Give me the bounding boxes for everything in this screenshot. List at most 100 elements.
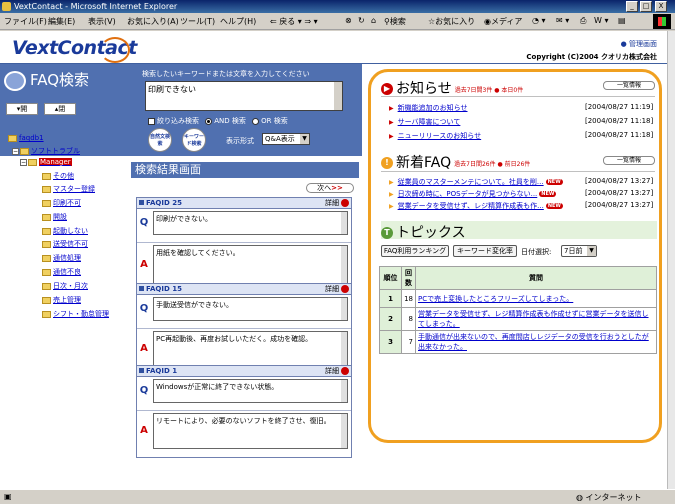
notice-item[interactable]: ▶ 新機能追加のお知らせ [2004/08/27 11:19] xyxy=(389,103,653,113)
folder-icon xyxy=(42,254,51,262)
narrow-search-checkbox[interactable] xyxy=(148,117,155,125)
info-panel: ▶ お知らせ 過去7日間3件 ● 本日0件 一覧情報 ▶ 新機能追加のお知らせ [200… xyxy=(368,69,662,443)
col-count: 回数 xyxy=(401,266,416,290)
notice-item[interactable]: ▶ サーバ障害について [2004/08/27 11:18] xyxy=(389,117,653,127)
next-page-button[interactable]: 次へ>> xyxy=(306,183,354,193)
q-label: Q xyxy=(139,303,149,314)
search-input[interactable]: 印刷できない xyxy=(145,81,343,111)
question-text[interactable]: Windowsが正常に終了できない状態。 xyxy=(153,379,348,403)
detail-link[interactable]: 詳細 xyxy=(325,284,339,295)
menu-edit[interactable]: 編集(E) xyxy=(48,16,75,27)
count-cell: 8 xyxy=(401,307,416,331)
tree-node-master-registration[interactable]: マスター登録 xyxy=(42,184,95,194)
tree-node-daily-monthly[interactable]: 日次・月次 xyxy=(42,281,88,291)
menu-view[interactable]: 表示(V) xyxy=(88,16,116,27)
arrow-icon: ▶ xyxy=(389,179,394,186)
search-toolbar-button[interactable]: ⚲検索 xyxy=(384,16,406,27)
tree-node-comm-process[interactable]: 通信処理 xyxy=(42,253,81,263)
tree-open-button[interactable]: ▾開 xyxy=(6,103,38,115)
newfaq-item[interactable]: ▶ 営業データを受信せず、レジ精算作成表も作... NEW [2004/08/27 1… xyxy=(389,201,653,211)
topic-link[interactable]: 営業データを受信せず、レジ精算作成表も作成せずに営業データを送信してしまった。 xyxy=(418,310,649,328)
menu-tools[interactable]: ツール(T) xyxy=(180,16,215,27)
tree-node-comm-error[interactable]: 通信不良 xyxy=(42,267,81,277)
question-text[interactable]: 印刷ができない。 xyxy=(153,211,348,235)
home-icon[interactable]: ⌂ xyxy=(371,16,376,25)
menu-file[interactable]: ファイル(F) xyxy=(4,16,47,27)
back-button[interactable]: ⇐ 戻る ▾ ⇒ ▾ xyxy=(270,16,318,27)
question-text[interactable]: 手動送受信ができない。 xyxy=(153,297,348,321)
menu-help[interactable]: ヘルプ(H) xyxy=(220,16,256,27)
keyword-change-button[interactable]: キーワード変化率 xyxy=(453,245,517,257)
ie-icon xyxy=(2,2,11,11)
magnifier-icon xyxy=(4,70,26,91)
keyword-search-button[interactable]: キーワード検索 xyxy=(182,128,206,152)
collapse-icon[interactable]: − xyxy=(12,147,19,155)
history-icon[interactable]: ◔ ▾ xyxy=(532,16,546,25)
detail-arrow-icon[interactable] xyxy=(341,367,349,375)
favorites-toolbar-button[interactable]: ☆お気に入り xyxy=(428,16,475,27)
detail-arrow-icon[interactable] xyxy=(341,285,349,293)
new-badge: NEW xyxy=(545,203,563,209)
tree-node-open[interactable]: 開設 xyxy=(42,212,67,222)
admin-link[interactable]: ● 管理画面 xyxy=(621,39,657,49)
usage-ranking-button[interactable]: FAQ利用ランキング xyxy=(381,245,449,257)
tree-node-shift[interactable]: シフト・勤怠管理 xyxy=(42,309,109,319)
discuss-icon[interactable]: ▤ xyxy=(618,16,626,25)
tree-node-manager[interactable]: − Manager xyxy=(20,158,72,166)
page-scrollbar[interactable] xyxy=(667,31,675,489)
and-search-radio[interactable] xyxy=(205,117,213,125)
newfaq-item[interactable]: ▶ 日次締め時に、POSデータが見つからない... NEW [2004/08/27 1… xyxy=(389,189,653,199)
date-select-label: 日付選択: xyxy=(521,248,552,256)
tree-node-software-trouble[interactable]: − ソフトトラブル xyxy=(12,146,80,156)
newfaq-item[interactable]: ▶ 従業員のマスターメンテについて。社員を削... NEW [2004/08/27 1… xyxy=(389,177,653,187)
maximize-button[interactable]: □ xyxy=(640,1,652,12)
newfaq-count: 過去7日間26件 ● 前日26件 xyxy=(454,160,531,168)
question-cell: PCで売上変換したところフリーズしてしまった。 xyxy=(415,289,657,308)
detail-arrow-icon[interactable] xyxy=(341,199,349,207)
detail-link[interactable]: 詳細 xyxy=(325,198,339,209)
search-input-scrollbar[interactable] xyxy=(334,82,342,110)
answer-text[interactable]: PC再起動後、再度お試しいただく。成功を確認。 xyxy=(153,331,348,367)
menu-favorites[interactable]: お気に入り(A) xyxy=(127,16,179,27)
answer-text[interactable]: リモートにより、必要のないソフトを終了させ、復旧。 xyxy=(153,413,348,449)
detail-link[interactable]: 詳細 xyxy=(325,366,339,377)
minimize-button[interactable]: _ xyxy=(626,1,638,12)
q-label: Q xyxy=(139,217,149,228)
notice-item[interactable]: ▶ ニューリリースのお知らせ [2004/08/27 11:18] xyxy=(389,131,653,141)
natural-search-button[interactable]: 自然文検索 xyxy=(148,128,172,152)
windows-logo-icon xyxy=(653,14,671,29)
refresh-icon[interactable]: ↻ xyxy=(358,16,365,25)
rank-cell: 1 xyxy=(379,289,402,308)
tree-node-other[interactable]: その他 xyxy=(42,171,74,181)
topic-link[interactable]: PCで売上変換したところフリーズしてしまった。 xyxy=(418,295,573,303)
mail-icon[interactable]: ✉ ▾ xyxy=(556,16,569,25)
faq-question: Q Windowsが正常に終了できない状態。 xyxy=(137,379,351,411)
tree-close-button[interactable]: ▴閉 xyxy=(44,103,76,115)
close-button[interactable]: X xyxy=(655,1,667,12)
folder-icon xyxy=(42,227,51,235)
faq-question: Q 印刷ができない。 xyxy=(137,211,351,243)
or-search-radio[interactable] xyxy=(252,117,260,125)
format-select[interactable]: Q&A表示 xyxy=(262,133,310,145)
tree-node-not-start[interactable]: 起動しない xyxy=(42,226,88,236)
collapse-icon[interactable]: − xyxy=(20,158,27,166)
answer-text[interactable]: 用紙を確認してください。 xyxy=(153,245,348,285)
tree-node-faqdb1[interactable]: faqdb1 xyxy=(8,134,44,142)
stop-icon[interactable]: ⊗ xyxy=(345,16,352,25)
folder-icon xyxy=(42,296,51,304)
count-cell: 7 xyxy=(401,330,416,354)
tree-node-send-receive-fail[interactable]: 送受信不可 xyxy=(42,239,88,249)
notices-list-button[interactable]: 一覧情報 xyxy=(603,81,655,90)
media-icon: ◉ xyxy=(484,17,491,26)
edit-icon[interactable]: W ▾ xyxy=(594,16,608,25)
divider xyxy=(381,171,655,172)
print-icon[interactable]: ⎙ xyxy=(580,16,586,26)
date-select[interactable]: 7日前 ▼ xyxy=(561,245,597,257)
media-toolbar-button[interactable]: ◉メディア xyxy=(484,16,522,27)
tree-node-sales[interactable]: 売上管理 xyxy=(42,295,81,305)
faq-question: Q 手動送受信ができない。 xyxy=(137,297,351,329)
tree-node-print-fail[interactable]: 印刷不可 xyxy=(42,198,81,208)
newfaq-list-button[interactable]: 一覧情報 xyxy=(603,156,655,165)
topic-link[interactable]: 手動通信が出来ないので、再度間店しレジデータの受信を行おうとしたが出来なかった。 xyxy=(418,333,649,351)
question-cell: 営業データを受信せず、レジ精算作成表も作成せずに営業データを送信してしまった。 xyxy=(415,307,657,331)
